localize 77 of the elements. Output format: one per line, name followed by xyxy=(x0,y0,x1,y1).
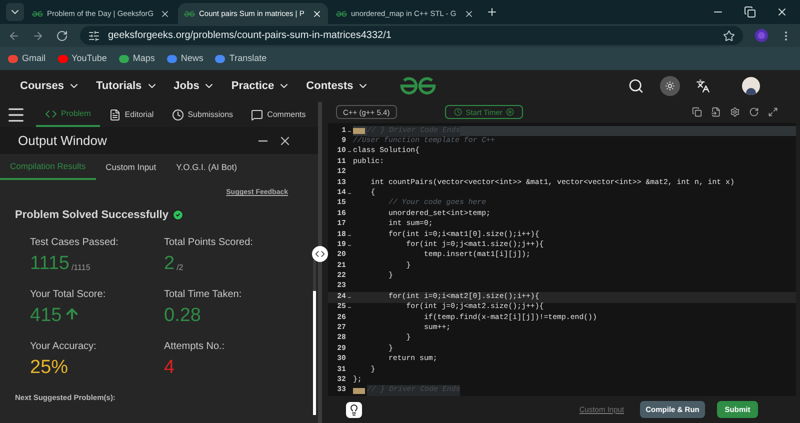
problem-tab[interactable]: Submissions xyxy=(162,102,242,127)
output-tab[interactable]: Compilation Results xyxy=(0,154,96,180)
clock-icon xyxy=(454,108,462,116)
stat-total: /1115 xyxy=(71,262,90,274)
stat-label: Total Points Scored: xyxy=(164,236,254,250)
check-icon xyxy=(172,208,184,221)
nav-menu[interactable]: Jobs xyxy=(174,78,216,94)
output-tab[interactable]: Y.O.G.I. (AI Bot) xyxy=(166,154,247,180)
code-icon xyxy=(45,108,57,120)
stat-label: Total Time Taken: xyxy=(164,288,243,302)
bookmark-link[interactable]: News xyxy=(166,52,204,66)
lightbulb-icon xyxy=(348,404,360,416)
search-icon[interactable] xyxy=(628,78,644,94)
fold-caret-icon[interactable] xyxy=(348,296,351,298)
stat-label: Test Cases Passed: xyxy=(30,236,120,250)
fullscreen-icon[interactable] xyxy=(768,107,778,118)
output-tab[interactable]: Custom Input xyxy=(96,154,166,180)
problem-tab[interactable]: Editorial xyxy=(100,102,163,127)
bookmark-star-icon[interactable] xyxy=(723,30,735,42)
stat-value: 1115 xyxy=(30,254,70,274)
nav-menu[interactable]: Contests xyxy=(306,78,370,94)
sun-icon xyxy=(665,81,675,91)
logo-icon xyxy=(184,10,195,16)
folded-code-icon[interactable] xyxy=(353,128,365,134)
nav-menu[interactable]: Practice xyxy=(231,78,290,94)
bookmark-link[interactable]: Gmail xyxy=(8,52,46,66)
site-logo-icon xyxy=(400,77,436,95)
drag-arrows-icon xyxy=(315,249,325,259)
stat-label: Your Accuracy: xyxy=(30,340,98,354)
play-icon xyxy=(506,108,514,116)
back-icon[interactable] xyxy=(8,30,20,42)
stat-value: 4 xyxy=(164,358,175,378)
file-icon[interactable] xyxy=(711,107,721,118)
chat-icon xyxy=(251,108,264,120)
translate-icon[interactable] xyxy=(696,79,710,93)
clock-icon xyxy=(172,108,184,120)
stat-value: 415 xyxy=(30,306,62,326)
output-window-title: Output Window xyxy=(18,132,108,150)
copy-icon[interactable] xyxy=(692,107,702,118)
code-editor[interactable] xyxy=(328,122,796,396)
problem-tab[interactable]: Comments xyxy=(242,102,315,127)
close-icon[interactable] xyxy=(160,8,170,18)
status-message: Problem Solved Successfully xyxy=(15,208,168,222)
new-tab-icon[interactable] xyxy=(486,6,498,18)
close-icon[interactable] xyxy=(776,6,788,18)
avatar-icon[interactable] xyxy=(742,77,760,95)
theme-toggle[interactable] xyxy=(660,76,680,96)
fold-caret-icon[interactable] xyxy=(348,244,351,246)
reset-icon[interactable] xyxy=(749,107,759,118)
stat-total: /2 xyxy=(176,262,184,274)
nav-menu[interactable]: Tutorials xyxy=(96,78,158,94)
logo-icon xyxy=(336,10,347,16)
tab-list-button[interactable] xyxy=(6,3,24,21)
fold-caret-icon[interactable] xyxy=(348,193,351,194)
logo-icon xyxy=(32,10,43,16)
reload-icon[interactable] xyxy=(56,30,68,42)
settings-icon[interactable] xyxy=(730,107,740,118)
bookmark-link[interactable]: Maps xyxy=(118,52,155,66)
restore-icon[interactable] xyxy=(744,6,756,18)
close-icon[interactable] xyxy=(312,8,322,18)
stat-value: 25% xyxy=(30,358,68,378)
nav-menu[interactable]: Courses xyxy=(20,78,80,94)
close-icon[interactable] xyxy=(464,8,474,18)
bookmark-link[interactable]: YouTube xyxy=(58,52,107,66)
stat-label: Your Total Score: xyxy=(30,288,107,302)
scrollbar[interactable] xyxy=(313,260,316,415)
stat-label: Attempts No.: xyxy=(164,340,226,354)
url-text: geeksforgeeks.org/problems/count-pairs-sum-in-matrices4332/1 xyxy=(108,29,392,43)
folded-code-icon[interactable] xyxy=(353,388,365,394)
stat-value: 0.28 xyxy=(164,306,201,326)
address-field[interactable]: geeksforgeeks.org/problems/count-pairs-sum-in-matrices4332/1 xyxy=(80,26,743,45)
site-info-icon[interactable] xyxy=(88,30,100,42)
hint-button[interactable] xyxy=(346,402,362,418)
stat-value: 2 xyxy=(164,254,175,274)
document-icon xyxy=(108,108,121,120)
bookmark-link[interactable]: Translate xyxy=(215,52,267,66)
forward-icon[interactable] xyxy=(32,30,44,42)
